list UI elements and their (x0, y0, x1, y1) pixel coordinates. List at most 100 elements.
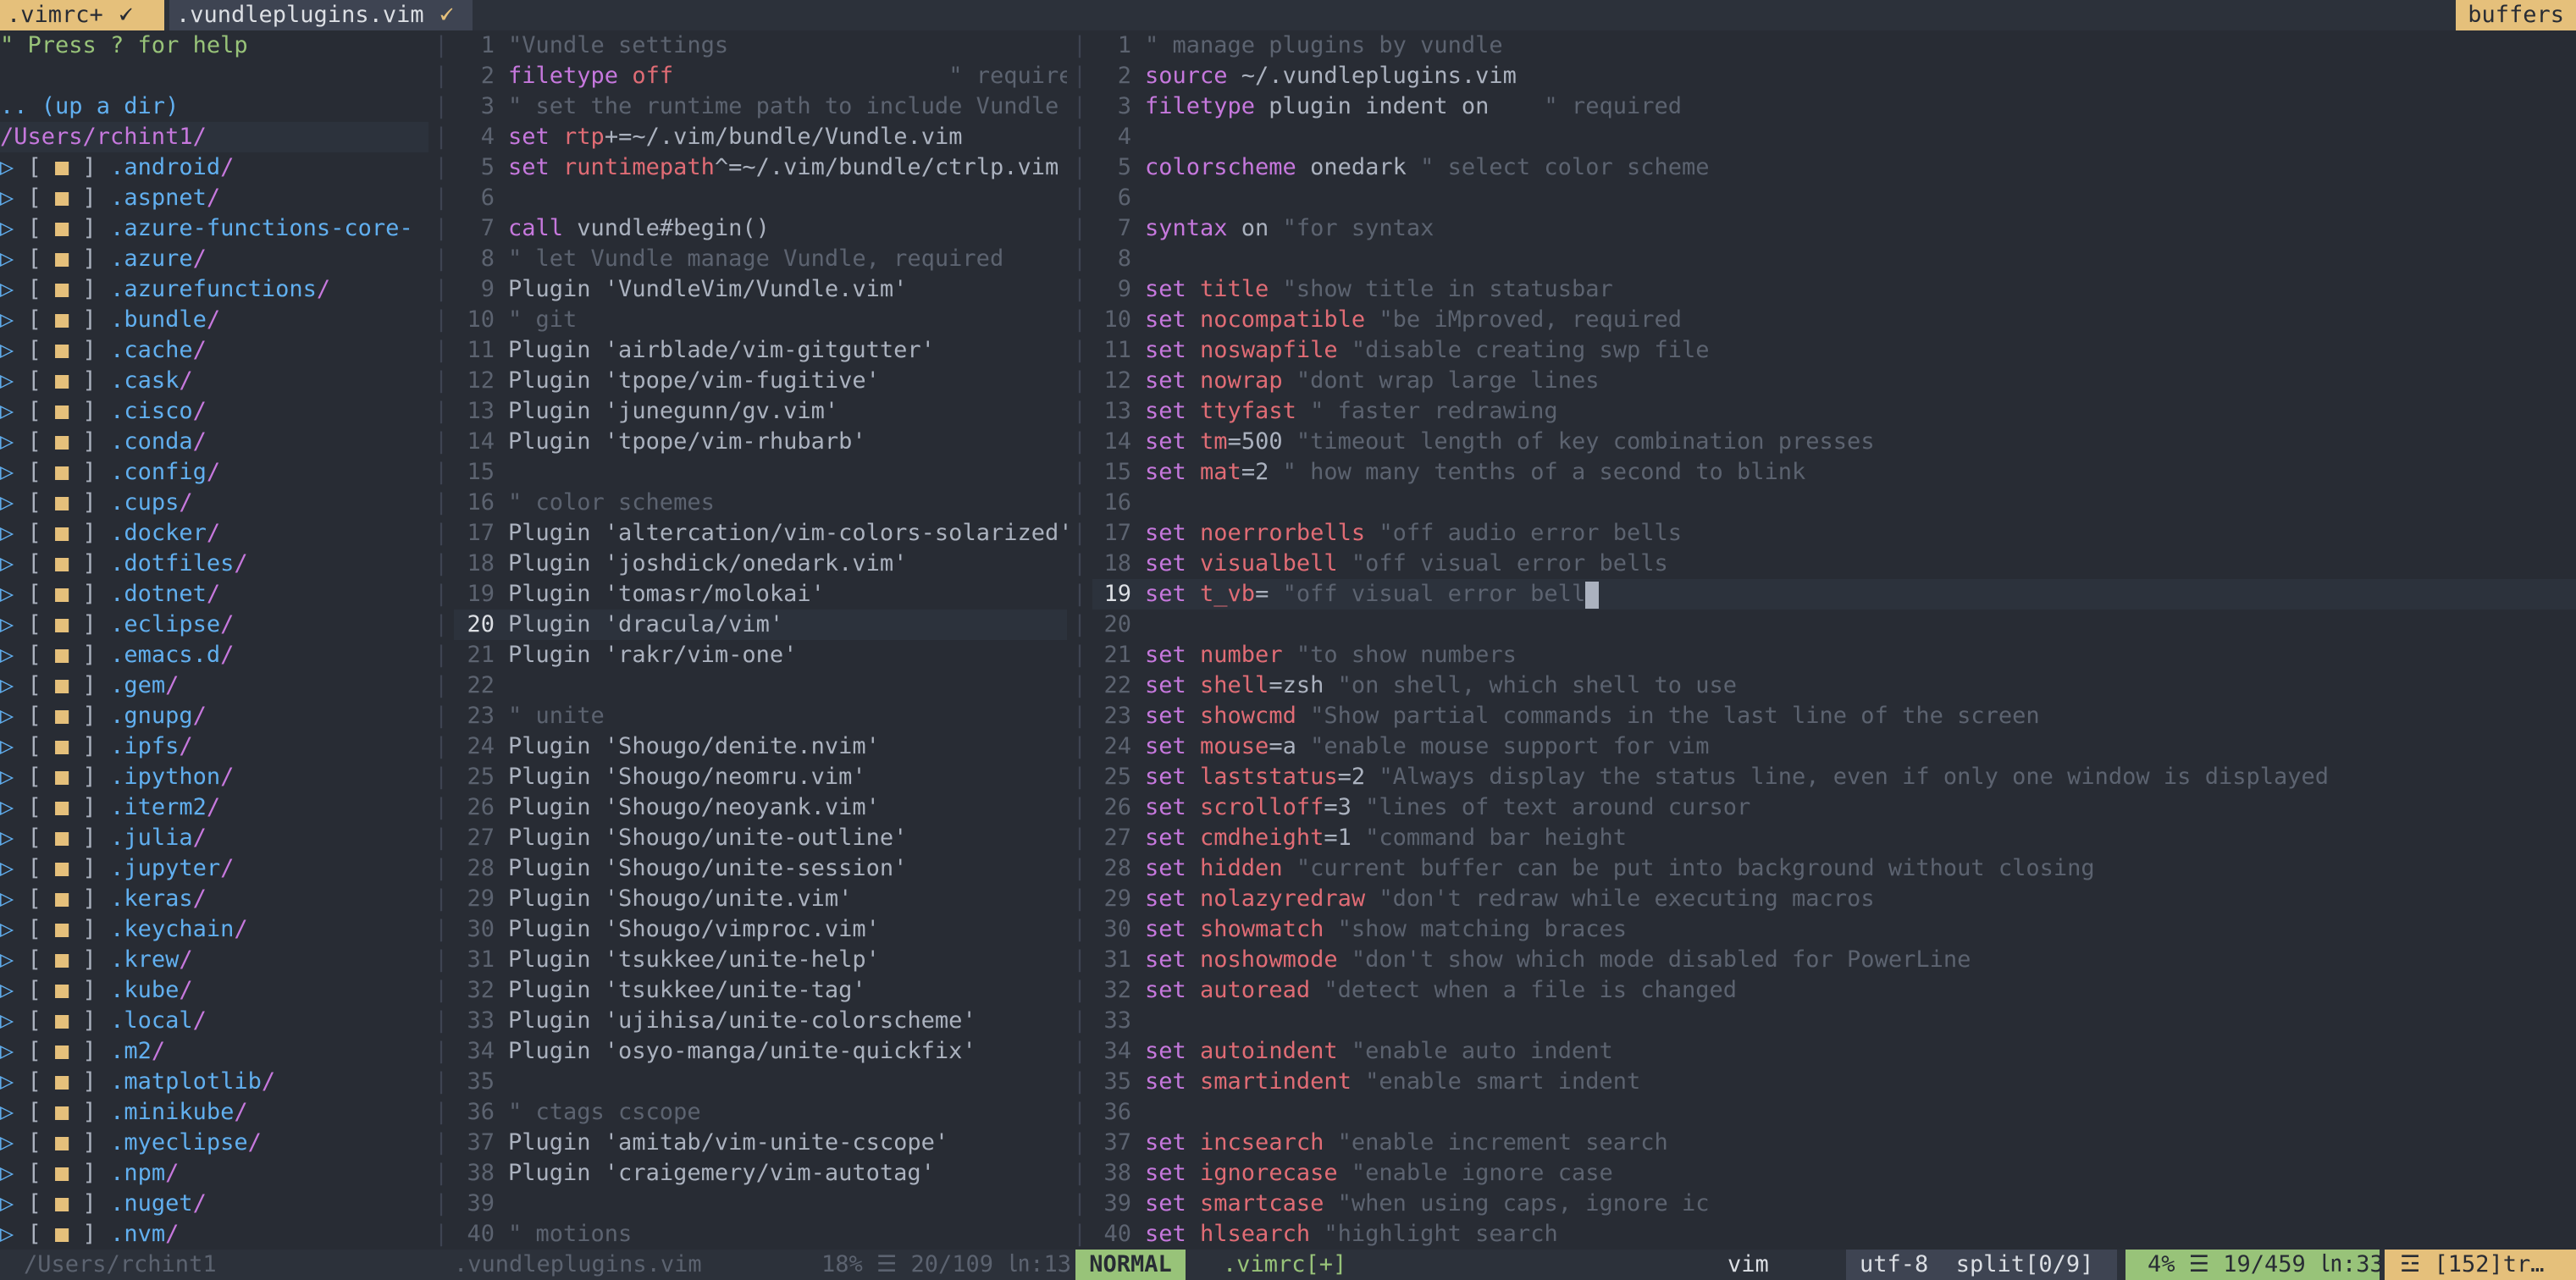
expand-arrow-icon[interactable]: ▷ (0, 1160, 28, 1186)
code-line[interactable]: 25 Plugin 'Shougo/neomru.vim' (454, 762, 1067, 792)
code-line[interactable]: 39 set smartcase "when using caps, ignore… (1092, 1189, 2576, 1219)
code-line[interactable]: 24 Plugin 'Shougo/denite.nvim' (454, 731, 1067, 762)
expand-arrow-icon[interactable]: ▷ (0, 550, 28, 577)
code-line[interactable]: 4 (1092, 122, 2576, 152)
tree-dir-item[interactable]: ▷ [ ■ ] .config/ (0, 457, 428, 488)
tree-dir-item[interactable]: ▷ [ ■ ] .keras/ (0, 884, 428, 914)
code-line[interactable]: 6 (1092, 183, 2576, 213)
code-line[interactable]: 32 Plugin 'tsukkee/unite-tag' (454, 975, 1067, 1006)
tree-dir-item[interactable]: ▷ [ ■ ] .keychain/ (0, 914, 428, 945)
buffers-label[interactable]: buffers (2456, 0, 2576, 30)
expand-arrow-icon[interactable]: ▷ (0, 337, 28, 363)
expand-arrow-icon[interactable]: ▷ (0, 459, 28, 485)
code-line[interactable]: 12 Plugin 'tpope/vim-fugitive' (454, 366, 1067, 396)
window-separator[interactable]: | | | | | | | | | | | | | | | | | | | | | | | | | | | | | | | | | | | | | | | | (428, 30, 454, 1250)
code-line[interactable]: 36 (1092, 1097, 2576, 1128)
expand-arrow-icon[interactable]: ▷ (0, 520, 28, 546)
expand-arrow-icon[interactable]: ▷ (0, 1190, 28, 1217)
code-line[interactable]: 19 Plugin 'tomasr/molokai' (454, 579, 1067, 610)
expand-arrow-icon[interactable]: ▷ (0, 1221, 28, 1247)
expand-arrow-icon[interactable]: ▷ (0, 611, 28, 637)
expand-arrow-icon[interactable]: ▷ (0, 154, 28, 180)
tree-dir-item[interactable]: ▷ [ ■ ] .emacs.d/ (0, 640, 428, 670)
tree-dir-item[interactable]: ▷ [ ■ ] .julia/ (0, 823, 428, 853)
tree-dir-item[interactable]: ▷ [ ■ ] .gem/ (0, 670, 428, 701)
code-line[interactable]: 29 Plugin 'Shougo/unite.vim' (454, 884, 1067, 914)
tree-dir-item[interactable]: ▷ [ ■ ] .bundle/ (0, 305, 428, 335)
expand-arrow-icon[interactable]: ▷ (0, 185, 28, 211)
expand-arrow-icon[interactable]: ▷ (0, 246, 28, 272)
code-line[interactable]: 26 set scrolloff=3 "lines of text around … (1092, 792, 2576, 823)
code-line[interactable]: 19 set t_vb= "off visual error bell (1092, 579, 2576, 610)
code-line[interactable]: 40 " motions (454, 1219, 1067, 1250)
tree-dir-item[interactable]: ▷ [ ■ ] .npm/ (0, 1158, 428, 1189)
code-line[interactable]: 29 set nolazyredraw "don't redraw while e… (1092, 884, 2576, 914)
code-line[interactable]: 28 set hidden "current buffer can be put … (1092, 853, 2576, 884)
tree-up-dir[interactable]: .. (up a dir) (0, 91, 428, 122)
tree-dir-item[interactable]: ▷ [ ■ ] .nvm/ (0, 1219, 428, 1250)
code-line[interactable]: 33 (1092, 1006, 2576, 1036)
tree-dir-item[interactable]: ▷ [ ■ ] .ipython/ (0, 762, 428, 792)
expand-arrow-icon[interactable]: ▷ (0, 367, 28, 394)
code-line[interactable]: 5 set runtimepath^=~/.vim/bundle/ctrlp.vi… (454, 152, 1067, 183)
tree-dir-item[interactable]: ▷ [ ■ ] .cache/ (0, 335, 428, 366)
code-line[interactable]: 32 set autoread "detect when a file is ch… (1092, 975, 2576, 1006)
code-line[interactable]: 3 filetype plugin indent on " required (1092, 91, 2576, 122)
code-line[interactable]: 23 " unite (454, 701, 1067, 731)
code-line[interactable]: 38 set ignorecase "enable ignore case (1092, 1158, 2576, 1189)
code-line[interactable]: 3 " set the runtime path to include Vundl… (454, 91, 1067, 122)
tree-dir-item[interactable]: ▷ [ ■ ] .gnupg/ (0, 701, 428, 731)
nerdtree-pane[interactable]: " Press ? for help .. (up a dir) /Users/… (0, 30, 428, 1250)
vundleplugins-editor-pane[interactable]: 1 "Vundle settings 2 filetype off " require… (454, 30, 1067, 1250)
code-line[interactable]: 20 Plugin 'dracula/vim' (454, 610, 1067, 640)
tree-dir-item[interactable]: ▷ [ ■ ] .nuget/ (0, 1189, 428, 1219)
code-line[interactable]: 27 Plugin 'Shougo/unite-outline' (454, 823, 1067, 853)
tree-dir-item[interactable]: ▷ [ ■ ] .krew/ (0, 945, 428, 975)
tree-dir-item[interactable]: ▷ [ ■ ] .azure-functions-core- (0, 213, 428, 244)
tree-dir-item[interactable]: ▷ [ ■ ] .azure/ (0, 244, 428, 274)
code-line[interactable]: 34 set autoindent "enable auto indent (1092, 1036, 2576, 1067)
code-line[interactable]: 11 set noswapfile "disable creating swp f… (1092, 335, 2576, 366)
code-line[interactable]: 35 (454, 1067, 1067, 1097)
code-line[interactable]: 2 source ~/.vundleplugins.vim (1092, 61, 2576, 91)
code-line[interactable]: 7 call vundle#begin() (454, 213, 1067, 244)
expand-arrow-icon[interactable]: ▷ (0, 428, 28, 455)
tree-dir-item[interactable]: ▷ [ ■ ] .eclipse/ (0, 610, 428, 640)
code-line[interactable]: 9 set title "show title in statusbar (1092, 274, 2576, 305)
tree-dir-item[interactable]: ▷ [ ■ ] .dotnet/ (0, 579, 428, 610)
expand-arrow-icon[interactable]: ▷ (0, 886, 28, 912)
code-line[interactable]: 18 Plugin 'joshdick/onedark.vim' (454, 549, 1067, 579)
expand-arrow-icon[interactable]: ▷ (0, 1038, 28, 1064)
expand-arrow-icon[interactable]: ▷ (0, 825, 28, 851)
code-line[interactable]: 1 " manage plugins by vundle (1092, 30, 2576, 61)
tab-vimrc[interactable]: .vimrc+ 🗸 (0, 0, 164, 30)
code-line[interactable]: 23 set showcmd "Show partial commands in … (1092, 701, 2576, 731)
tree-dir-item[interactable]: ▷ [ ■ ] .minikube/ (0, 1097, 428, 1128)
code-line[interactable]: 9 Plugin 'VundleVim/Vundle.vim' (454, 274, 1067, 305)
code-line[interactable]: 25 set laststatus=2 "Always display the s… (1092, 762, 2576, 792)
code-line[interactable]: 7 syntax on "for syntax (1092, 213, 2576, 244)
code-line[interactable]: 34 Plugin 'osyo-manga/unite-quickfix' (454, 1036, 1067, 1067)
code-line[interactable]: 8 (1092, 244, 2576, 274)
code-line[interactable]: 13 set ttyfast " faster redrawing (1092, 396, 2576, 427)
tree-dir-item[interactable]: ▷ [ ■ ] .ipfs/ (0, 731, 428, 762)
code-line[interactable]: 31 Plugin 'tsukkee/unite-help' (454, 945, 1067, 975)
code-line[interactable]: 14 set tm=500 "timeout length of key comb… (1092, 427, 2576, 457)
tree-dir-item[interactable]: ▷ [ ■ ] .local/ (0, 1006, 428, 1036)
code-line[interactable]: 16 (1092, 488, 2576, 518)
expand-arrow-icon[interactable]: ▷ (0, 1099, 28, 1125)
tree-dir-item[interactable]: ▷ [ ■ ] .aspnet/ (0, 183, 428, 213)
tree-dir-item[interactable]: ▷ [ ■ ] .docker/ (0, 518, 428, 549)
code-line[interactable]: 17 Plugin 'altercation/vim-colors-solariz… (454, 518, 1067, 549)
expand-arrow-icon[interactable]: ▷ (0, 946, 28, 973)
code-line[interactable]: 10 set nocompatible "be iMproved, require… (1092, 305, 2576, 335)
code-line[interactable]: 13 Plugin 'junegunn/gv.vim' (454, 396, 1067, 427)
code-line[interactable]: 30 set showmatch "show matching braces (1092, 914, 2576, 945)
expand-arrow-icon[interactable]: ▷ (0, 306, 28, 333)
expand-arrow-icon[interactable]: ▷ (0, 672, 28, 698)
code-line[interactable]: 5 colorscheme onedark " select color sche… (1092, 152, 2576, 183)
expand-arrow-icon[interactable]: ▷ (0, 977, 28, 1003)
tree-dir-item[interactable]: ▷ [ ■ ] .cask/ (0, 366, 428, 396)
window-separator[interactable]: | | | | | | | | | | | | | | | | | | | | | | | | | | | | | | | | | | | | | | | | (1067, 30, 1092, 1250)
code-line[interactable]: 35 set smartindent "enable smart indent (1092, 1067, 2576, 1097)
